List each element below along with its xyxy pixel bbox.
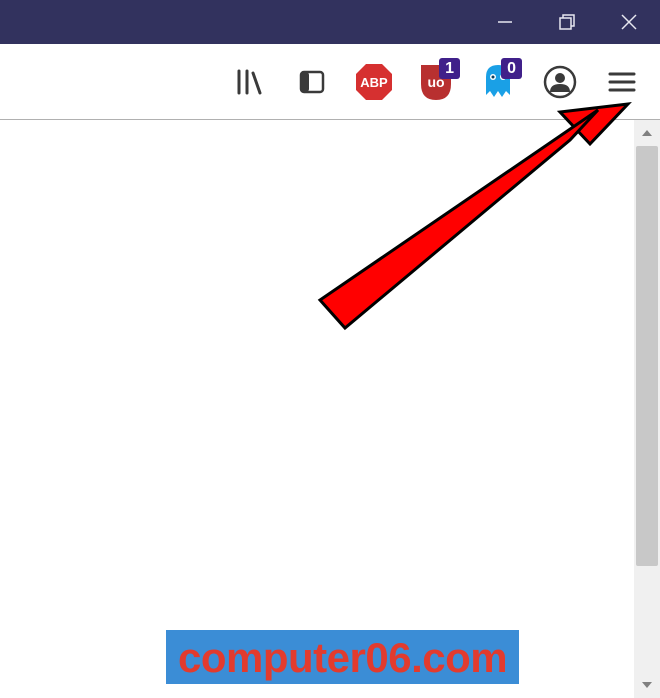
restore-icon [558,13,576,31]
library-icon [233,65,267,99]
scroll-track[interactable] [634,146,660,672]
library-button[interactable] [222,54,278,110]
scroll-up-button[interactable] [634,120,660,146]
profile-button[interactable] [532,54,588,110]
watermark: computer06.com [166,630,519,684]
window-titlebar [0,0,660,44]
ublock-badge: 1 [439,58,460,79]
minimize-icon [496,13,514,31]
browser-toolbar: ABP uo 1 0 [0,44,660,120]
ghostery-button[interactable]: 0 [470,54,526,110]
page-content [0,120,660,698]
scroll-down-button[interactable] [634,672,660,698]
menu-button[interactable] [594,54,650,110]
sidebars-icon [296,66,328,98]
close-button[interactable] [598,0,660,44]
profile-icon [542,64,578,100]
adblock-plus-button[interactable]: ABP [346,54,402,110]
chevron-down-icon [641,679,653,691]
close-icon [619,12,639,32]
ghostery-badge: 0 [501,58,522,79]
ublock-button[interactable]: uo 1 [408,54,464,110]
minimize-button[interactable] [474,0,536,44]
watermark-text: computer06.com [178,634,507,681]
abp-icon: ABP [353,61,395,103]
svg-text:ABP: ABP [360,75,388,90]
hamburger-icon [605,65,639,99]
scroll-thumb[interactable] [636,146,658,566]
sidebars-button[interactable] [284,54,340,110]
chevron-up-icon [641,127,653,139]
vertical-scrollbar[interactable] [634,120,660,698]
restore-button[interactable] [536,0,598,44]
